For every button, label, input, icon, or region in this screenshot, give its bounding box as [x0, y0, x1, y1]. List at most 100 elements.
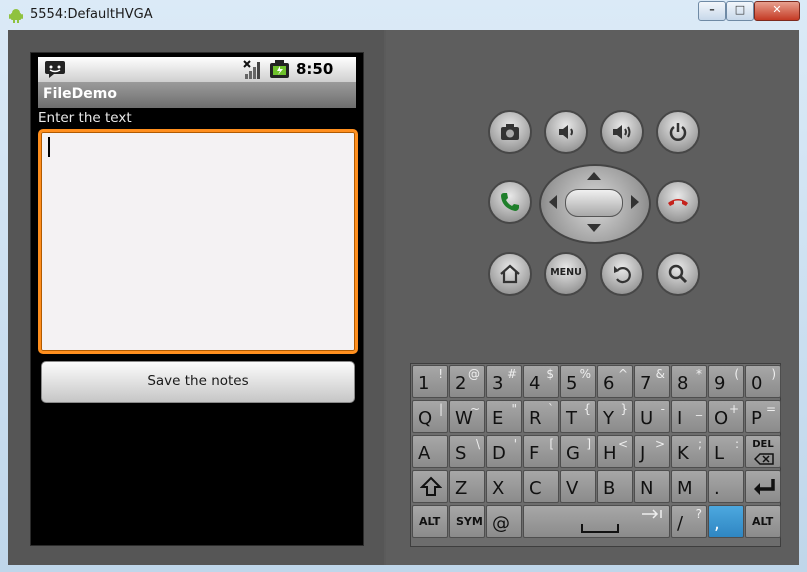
key-z[interactable]: Z [449, 470, 485, 503]
volume-down-icon [559, 125, 573, 139]
end-call-button[interactable] [656, 180, 700, 224]
search-button[interactable] [656, 252, 700, 296]
key-6[interactable]: 6 ^ [597, 365, 633, 398]
key-q[interactable]: Q | [412, 400, 448, 433]
key-5[interactable]: 5% [560, 365, 596, 398]
camera-button[interactable] [488, 110, 532, 154]
window-titlebar[interactable]: 5554:DefaultHVGA – □ ✕ [0, 0, 807, 30]
back-button[interactable] [600, 252, 644, 296]
key-alt-label: - [660, 402, 665, 416]
close-icon: ✕ [772, 3, 782, 16]
dpad-up-icon[interactable] [587, 172, 601, 180]
key-e[interactable]: E " [486, 400, 522, 433]
status-bar: 8:50 AM [38, 57, 356, 95]
home-button[interactable] [488, 252, 532, 296]
key-slash[interactable]: /? [671, 505, 707, 538]
dpad-center-button[interactable] [565, 189, 623, 217]
text-caret [48, 137, 50, 157]
key-j[interactable]: J > [634, 435, 670, 468]
alt-right-key[interactable]: ALT [745, 505, 781, 538]
key-w[interactable]: W ~ [449, 400, 485, 433]
key-main-label: 7 [640, 373, 652, 394]
key-l[interactable]: L: [708, 435, 744, 468]
key-p[interactable]: P = [745, 400, 781, 433]
alt-left-key[interactable]: ALT [412, 505, 448, 538]
key-alt-label: < [617, 437, 628, 451]
key-c[interactable]: C [523, 470, 559, 503]
key-period[interactable]: . [708, 470, 744, 503]
maximize-button[interactable]: □ [726, 1, 754, 21]
save-notes-label: Save the notes [147, 373, 249, 389]
key-y[interactable]: Y} [597, 400, 633, 433]
end-call-icon [668, 199, 688, 206]
key-9[interactable]: 9( [708, 365, 744, 398]
key-main-label: 8 [677, 373, 689, 394]
camera-icon [501, 124, 519, 140]
menu-button[interactable]: MENU [544, 252, 588, 296]
sms-notification-icon[interactable] [44, 59, 66, 79]
key-u[interactable]: U- [634, 400, 670, 433]
power-button[interactable] [656, 110, 700, 154]
app-title: FileDemo [43, 86, 117, 102]
key-n[interactable]: N [634, 470, 670, 503]
dpad-down-icon[interactable] [587, 224, 601, 232]
key-r[interactable]: R ` [523, 400, 559, 433]
volume-down-button[interactable] [544, 110, 588, 154]
key-alt-label: ` [548, 402, 554, 416]
key-h[interactable]: H < [597, 435, 633, 468]
key-4[interactable]: 4 $ [523, 365, 559, 398]
dpad-left-icon[interactable] [549, 195, 557, 209]
key-f[interactable]: F[ [523, 435, 559, 468]
key-at[interactable]: @ [486, 505, 522, 538]
key-main-label: A [418, 443, 431, 464]
key-m[interactable]: M [671, 470, 707, 503]
key-2[interactable]: 2 @ [449, 365, 485, 398]
key-d[interactable]: D ' [486, 435, 522, 468]
space-key[interactable] [523, 505, 670, 538]
signal-icon [243, 60, 263, 79]
key-main-label: 3 [492, 373, 504, 394]
key-main-label: , [714, 513, 720, 534]
key-main-label: E [492, 408, 504, 429]
key-1[interactable]: 1! [412, 365, 448, 398]
call-button[interactable] [488, 180, 532, 224]
key-main-label: 9 [714, 373, 726, 394]
key-main-label: R [529, 408, 542, 429]
key-main-label: Y [603, 408, 614, 429]
key-main-label: J [640, 443, 646, 464]
key-7[interactable]: 7 & [634, 365, 670, 398]
key-comma[interactable]: , [708, 505, 744, 538]
key-3[interactable]: 3 # [486, 365, 522, 398]
notes-text-field[interactable] [38, 129, 358, 354]
key-alt-label: ( [734, 367, 739, 381]
key-k[interactable]: K; [671, 435, 707, 468]
sym-key[interactable]: SYM [449, 505, 485, 538]
key-alt-label: ~ [469, 402, 480, 416]
key-main-label: P [751, 408, 762, 429]
key-x[interactable]: X [486, 470, 522, 503]
key-a[interactable]: A [412, 435, 448, 468]
key-v[interactable]: V [560, 470, 596, 503]
key-i[interactable]: I _ [671, 400, 707, 433]
enter-key[interactable] [745, 470, 781, 503]
key-main-label: / [677, 513, 684, 534]
save-notes-button[interactable]: Save the notes [41, 361, 355, 403]
key-b[interactable]: B [597, 470, 633, 503]
key-main-label: 6 [603, 373, 615, 394]
key-o[interactable]: O + [708, 400, 744, 433]
key-g[interactable]: G] [560, 435, 596, 468]
key-t[interactable]: T{ [560, 400, 596, 433]
minimize-button[interactable]: – [698, 1, 726, 21]
shift-key[interactable] [412, 470, 448, 503]
close-button[interactable]: ✕ [754, 1, 800, 21]
key-alt-label: : [734, 437, 739, 451]
delete-key[interactable]: DEL [745, 435, 781, 468]
key-8[interactable]: 8 * [671, 365, 707, 398]
volume-up-button[interactable] [600, 110, 644, 154]
key-s[interactable]: S \ [449, 435, 485, 468]
key-alt-label: # [506, 367, 517, 381]
power-icon [669, 123, 687, 141]
dpad-right-icon[interactable] [631, 195, 639, 209]
dpad[interactable] [539, 164, 651, 244]
key-0[interactable]: 0) [745, 365, 781, 398]
